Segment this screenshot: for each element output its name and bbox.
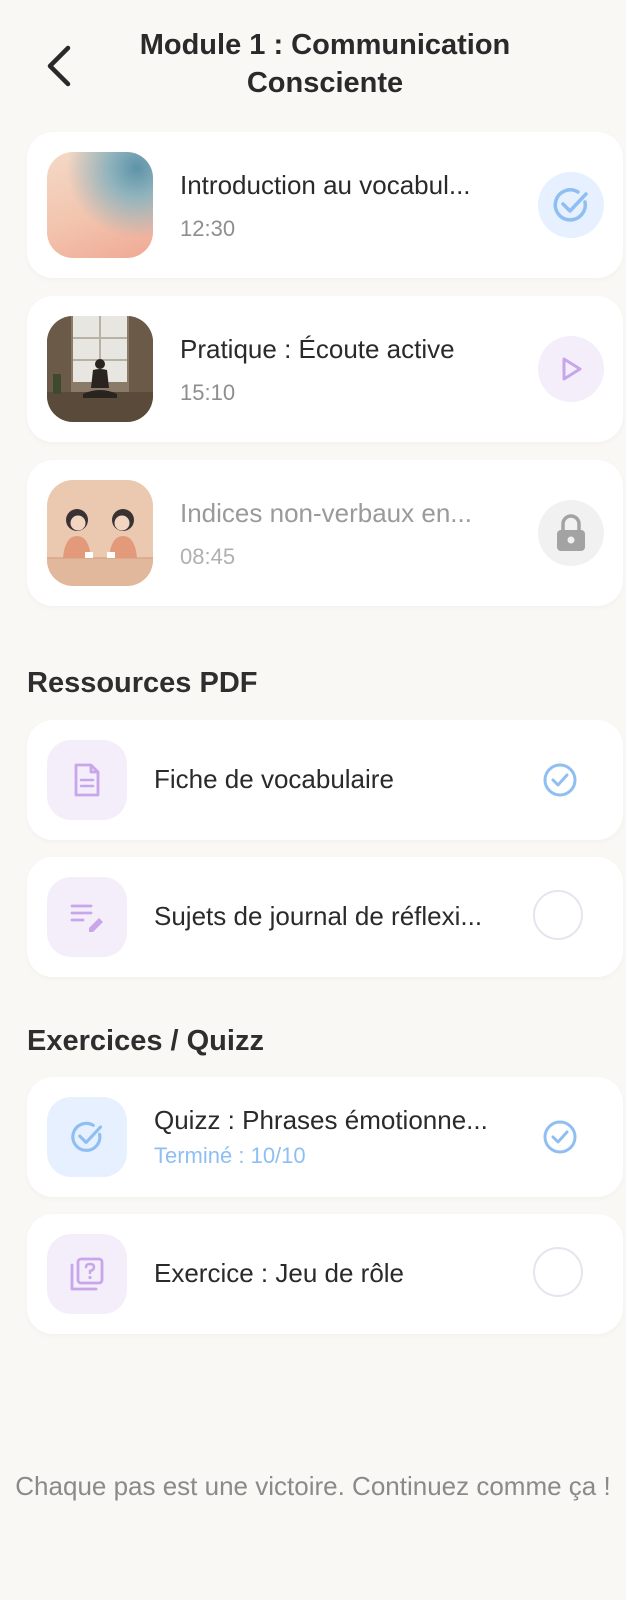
lesson-card[interactable]: Introduction au vocabul... 12:30	[27, 132, 623, 278]
chevron-left-icon	[47, 45, 71, 87]
checkbox-unchecked[interactable]	[533, 890, 583, 940]
lesson-duration: 15:10	[180, 380, 236, 405]
exercise-label: Quizz : Phrases émotionne...	[154, 1105, 488, 1135]
question-stack-icon	[70, 1257, 104, 1291]
resource-label: Sujets de journal de réflexi...	[154, 901, 483, 931]
page-title: Module 1 : Communication Consciente	[139, 29, 511, 99]
lesson-card-locked: Indices non-verbaux en... 08:45	[27, 460, 623, 606]
lesson-title: Indices non-verbaux en...	[180, 498, 472, 528]
check-circle-icon	[553, 188, 588, 222]
resource-item[interactable]: Sujets de journal de réflexi...	[27, 857, 623, 977]
check-circle-icon	[71, 1121, 103, 1152]
lesson-thumbnail	[47, 316, 153, 422]
checkbox-unchecked[interactable]	[533, 1247, 583, 1297]
lesson-card[interactable]: Pratique : Écoute active 15:10	[27, 296, 623, 442]
encouragement-message: Chaque pas est une victoire. Continuez c…	[15, 1471, 611, 1501]
back-button[interactable]	[38, 38, 82, 94]
note-edit-icon	[70, 904, 103, 932]
check-circle-icon	[543, 1120, 577, 1154]
resource-icon-box	[47, 740, 127, 820]
lesson-title: Introduction au vocabul...	[180, 170, 471, 200]
lesson-status-locked	[538, 500, 604, 566]
two-women-illustration-image	[47, 480, 153, 586]
lesson-title: Pratique : Écoute active	[180, 334, 455, 364]
meditation-photo-image	[47, 316, 153, 422]
play-icon	[562, 357, 582, 381]
lesson-thumbnail	[47, 480, 153, 586]
resource-icon-box	[47, 877, 127, 957]
exercise-label: Exercice : Jeu de rôle	[154, 1258, 405, 1288]
lesson-duration: 08:45	[180, 544, 236, 569]
exercise-item[interactable]: Quizz : Phrases émotionne... Terminé : 1…	[27, 1077, 623, 1197]
resource-item[interactable]: Fiche de vocabulaire	[27, 720, 623, 840]
section-heading-resources: Ressources PDF	[27, 667, 258, 699]
lock-icon	[557, 514, 585, 551]
section-heading-exercises: Exercices / Quizz	[27, 1025, 264, 1057]
document-icon	[74, 763, 100, 797]
lesson-thumbnail	[47, 152, 153, 258]
exercise-icon-box	[47, 1097, 127, 1177]
check-circle-icon	[543, 763, 577, 797]
exercise-score: Terminé : 10/10	[154, 1143, 306, 1168]
header: Module 1 : Communication Consciente	[0, 0, 626, 120]
resource-label: Fiche de vocabulaire	[154, 764, 394, 794]
lesson-status-completed	[538, 172, 604, 238]
lesson-duration: 12:30	[180, 216, 236, 241]
play-button[interactable]	[538, 336, 604, 402]
exercise-item[interactable]: Exercice : Jeu de rôle	[27, 1214, 623, 1334]
exercise-icon-box	[47, 1234, 127, 1314]
